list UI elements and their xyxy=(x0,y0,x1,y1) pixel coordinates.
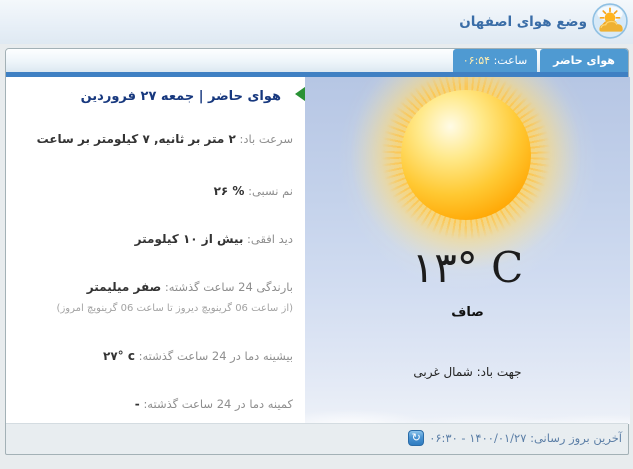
page-title: وضع هوای اصفهان xyxy=(459,14,587,30)
clock-time: ۰۶:۵۴ xyxy=(462,54,491,67)
sun-cloud-icon xyxy=(592,3,628,39)
clock-display: ساعت: ۰۶:۵۴ xyxy=(453,49,537,72)
precipitation-label: بارندگی 24 ساعت گذشته: xyxy=(164,280,293,294)
details-panel: هوای حاضر | جمعه ۲۷ فروردین سرعت باد: ۲ … xyxy=(6,77,305,424)
precipitation-note: (از ساعت 06 گرینویچ دیروز تا ساعت 06 گری… xyxy=(56,303,293,314)
wind-speed-value: ۲ متر بر ثانیه, ۷ کیلومتر بر ساعت xyxy=(36,132,236,146)
precipitation-value: صفر میلیمتر xyxy=(86,280,162,294)
app-header: وضع هوای اصفهان xyxy=(0,0,633,44)
main-box: ساعت: ۰۶:۵۴ هوای حاضر هوای حاضر | جمعه ۲… xyxy=(5,48,630,455)
sky-panel: ۱۳° C صاف جهت باد: شمال غربی xyxy=(305,77,630,424)
min-temp-value: - xyxy=(134,397,140,411)
visibility-row: دید افقی: بیش از ۱۰ کیلومتر xyxy=(12,232,293,246)
humidity-row: نم نسبی: ۲۶ % xyxy=(12,184,293,198)
condition-text: صاف xyxy=(451,305,484,320)
wind-speed-row: سرعت باد: ۲ متر بر ثانیه, ۷ کیلومتر بر س… xyxy=(12,132,293,146)
wind-speed-label: سرعت باد: xyxy=(239,132,294,146)
temperature-value: ۱۳° C xyxy=(411,243,524,292)
visibility-label: دید افقی: xyxy=(247,232,293,246)
last-update: ↻ آخرین بروز رسانی: ۱۴۰۰/۰۱/۲۷ - ۰۶:۳۰ xyxy=(408,430,622,446)
wind-direction-text: جهت باد: شمال غربی xyxy=(413,365,522,379)
sun-icon xyxy=(401,90,531,220)
max-temp-label: بیشینه دما در 24 ساعت گذشته: xyxy=(138,349,293,363)
last-update-text: آخرین بروز رسانی: ۱۴۰۰/۰۱/۲۷ - ۰۶:۳۰ xyxy=(429,431,622,445)
footer: ↻ آخرین بروز رسانی: ۱۴۰۰/۰۱/۲۷ - ۰۶:۳۰ xyxy=(6,423,628,454)
humidity-value: ۲۶ % xyxy=(213,184,245,198)
visibility-value: بیش از ۱۰ کیلومتر xyxy=(134,232,244,246)
content-area: هوای حاضر | جمعه ۲۷ فروردین سرعت باد: ۲ … xyxy=(6,77,630,424)
refresh-icon[interactable]: ↻ xyxy=(408,430,425,446)
min-temp-row: کمینه دما در 24 ساعت گذشته: - xyxy=(12,397,293,411)
tab-strip: ساعت: ۰۶:۵۴ هوای حاضر xyxy=(6,49,628,72)
humidity-label: نم نسبی: xyxy=(248,184,293,198)
max-temp-value: ۲۷° c xyxy=(103,349,135,363)
tab-current-weather[interactable]: هوای حاضر xyxy=(540,49,628,72)
details-header: هوای حاضر | جمعه ۲۷ فروردین xyxy=(80,89,281,104)
min-temp-label: کمینه دما در 24 ساعت گذشته: xyxy=(143,397,293,411)
weather-widget: وضع هوای اصفهان ساعت: ۰۶:۵۴ هوای حاضر هو… xyxy=(0,0,633,469)
precipitation-row: بارندگی 24 ساعت گذشته: صفر میلیمتر xyxy=(12,280,293,294)
clouds-decoration xyxy=(305,388,630,424)
clock-label: ساعت: xyxy=(493,54,528,67)
max-temp-row: بیشینه دما در 24 ساعت گذشته: ۲۷° c xyxy=(12,349,293,363)
